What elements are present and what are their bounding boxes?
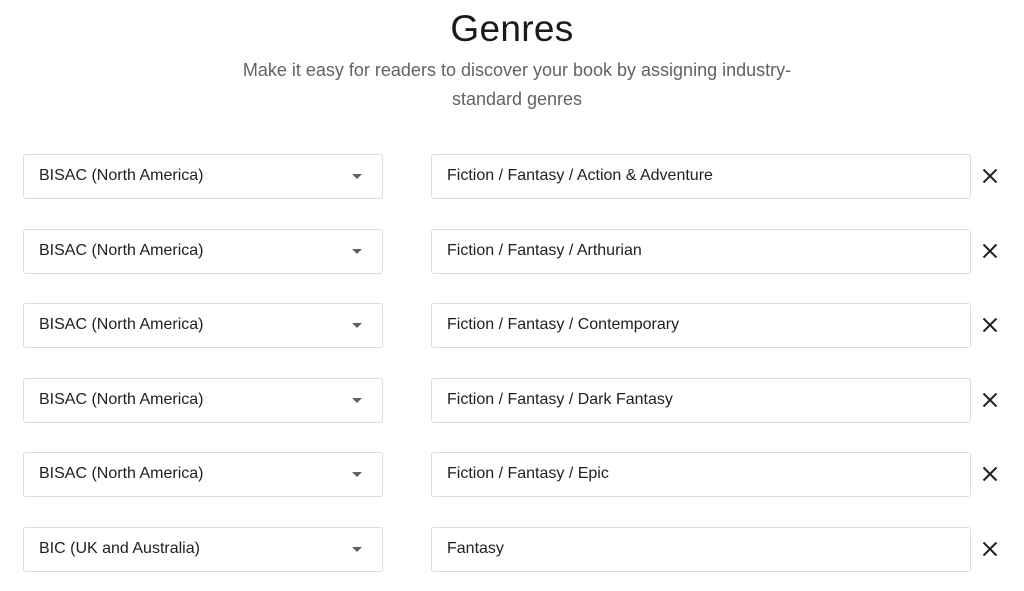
genre-row: BISAC (North America) Fiction / Fantasy …: [0, 378, 1024, 423]
genre-scheme-value: BISAC (North America): [39, 316, 204, 333]
genre-value: Fiction / Fantasy / Epic: [447, 465, 609, 482]
genre-scheme-select[interactable]: BIC (UK and Australia): [23, 527, 383, 572]
close-icon: [982, 392, 998, 408]
genre-scheme-value: BISAC (North America): [39, 465, 204, 482]
subtitle-line-2: standard genres: [451, 89, 583, 109]
genre-row: BISAC (North America) Fiction / Fantasy …: [0, 452, 1024, 497]
remove-genre-button[interactable]: [978, 537, 1002, 561]
genre-scheme-value: BISAC (North America): [39, 242, 204, 259]
genre-scheme-select[interactable]: BISAC (North America): [23, 154, 383, 199]
remove-genre-button[interactable]: [978, 239, 1002, 263]
genre-scheme-select[interactable]: BISAC (North America): [23, 378, 383, 423]
genre-value: Fantasy: [447, 540, 504, 557]
close-icon: [982, 243, 998, 259]
genre-row: BISAC (North America) Fiction / Fantasy …: [0, 303, 1024, 348]
dropdown-arrow-icon: [352, 174, 362, 179]
dropdown-arrow-icon: [352, 547, 362, 552]
page-title: Genres: [450, 8, 574, 49]
close-icon: [982, 168, 998, 184]
genre-row: BISAC (North America) Fiction / Fantasy …: [0, 154, 1024, 199]
close-icon: [982, 466, 998, 482]
genre-value: Fiction / Fantasy / Action & Adventure: [447, 167, 713, 184]
remove-genre-button[interactable]: [978, 164, 1002, 188]
genre-row: BISAC (North America) Fiction / Fantasy …: [0, 229, 1024, 274]
genre-value: Fiction / Fantasy / Contemporary: [447, 316, 680, 333]
genre-scheme-value: BIC (UK and Australia): [39, 540, 200, 557]
page-subtitle: Make it easy for readers to discover you…: [232, 56, 802, 114]
subtitle-line-1: Make it easy for readers to discover you…: [242, 60, 792, 80]
genre-scheme-value: BISAC (North America): [39, 391, 204, 408]
genre-scheme-select[interactable]: BISAC (North America): [23, 303, 383, 348]
genre-row: BIC (UK and Australia) Fantasy: [0, 527, 1024, 572]
genre-value: Fiction / Fantasy / Arthurian: [447, 242, 642, 259]
genre-input[interactable]: Fiction / Fantasy / Arthurian: [431, 229, 971, 274]
genre-input[interactable]: Fiction / Fantasy / Dark Fantasy: [431, 378, 971, 423]
genre-input[interactable]: Fantasy: [431, 527, 971, 572]
genre-value: Fiction / Fantasy / Dark Fantasy: [447, 391, 673, 408]
genre-scheme-value: BISAC (North America): [39, 167, 204, 184]
genre-scheme-select[interactable]: BISAC (North America): [23, 452, 383, 497]
genre-input[interactable]: Fiction / Fantasy / Contemporary: [431, 303, 971, 348]
remove-genre-button[interactable]: [978, 388, 1002, 412]
close-icon: [982, 317, 998, 333]
genre-input[interactable]: Fiction / Fantasy / Epic: [431, 452, 971, 497]
genre-input[interactable]: Fiction / Fantasy / Action & Adventure: [431, 154, 971, 199]
dropdown-arrow-icon: [352, 398, 362, 403]
dropdown-arrow-icon: [352, 472, 362, 477]
dropdown-arrow-icon: [352, 323, 362, 328]
remove-genre-button[interactable]: [978, 462, 1002, 486]
remove-genre-button[interactable]: [978, 313, 1002, 337]
dropdown-arrow-icon: [352, 249, 362, 254]
close-icon: [982, 541, 998, 557]
genre-scheme-select[interactable]: BISAC (North America): [23, 229, 383, 274]
